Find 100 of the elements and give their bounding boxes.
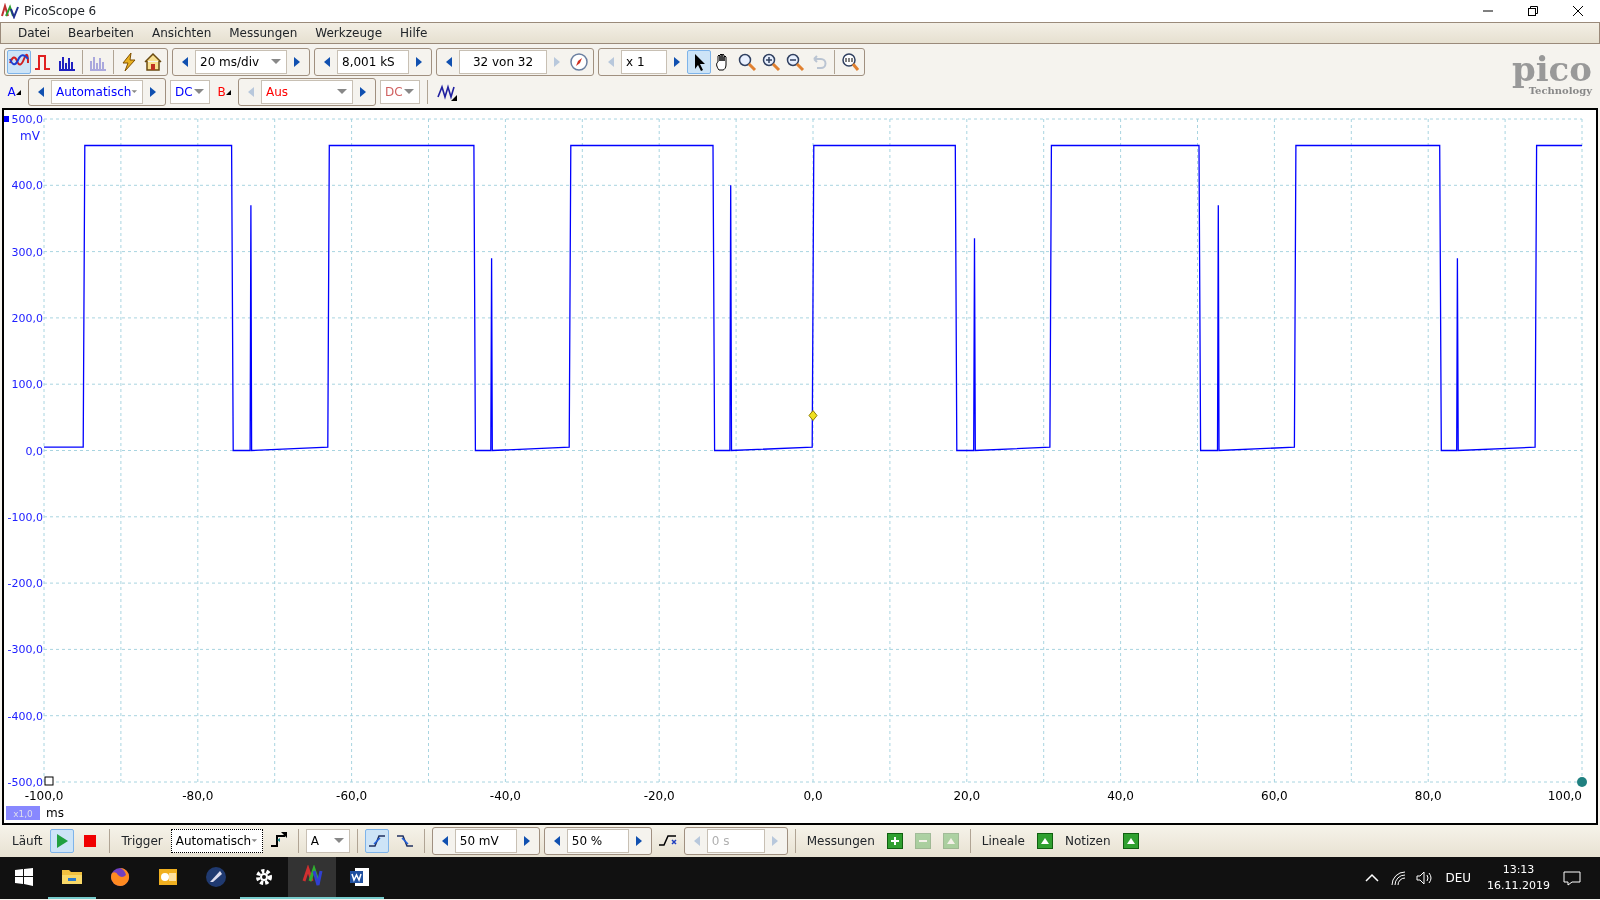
minimize-icon	[1482, 10, 1493, 12]
clock-time: 13:13	[1502, 862, 1535, 878]
notes-label: Notizen	[1063, 833, 1112, 850]
triangle-left-icon	[692, 836, 701, 846]
caret-icon	[336, 88, 348, 96]
range-select[interactable]: Automatisch	[51, 80, 143, 104]
logo-text: pico	[1511, 52, 1592, 86]
x-tick-label: 100,0	[1547, 789, 1582, 803]
x-tick-label: -80,0	[182, 789, 214, 803]
close-icon	[1572, 6, 1583, 16]
x-axis-unit: ms	[46, 806, 64, 820]
y-tick-label: 200,0	[11, 311, 43, 325]
menu-item[interactable]: Ansichten	[142, 23, 221, 43]
taskbar-app-button[interactable]	[288, 857, 336, 899]
samples-field[interactable]: 8,001 kS	[337, 50, 409, 74]
language-indicator[interactable]: DEU	[1437, 869, 1479, 887]
menu-item[interactable]: Datei	[9, 23, 59, 43]
triangle-left-icon	[247, 87, 255, 97]
coupling-select[interactable]: DC	[380, 80, 420, 104]
timebase-select[interactable]: 20 ms/div	[195, 50, 287, 74]
triangle-left-icon	[37, 87, 45, 97]
remove-icon	[914, 833, 931, 849]
zoom-factor-field[interactable]: x 1	[621, 50, 667, 74]
range-select[interactable]: Aus	[261, 80, 353, 104]
trigger-source-select[interactable]: A	[305, 829, 350, 853]
y-tick-label: 300,0	[11, 245, 43, 259]
y-tick-label: -300,0	[7, 643, 43, 657]
compass-icon	[568, 51, 590, 73]
triangle-right-icon	[553, 57, 561, 67]
play-icon	[55, 833, 70, 849]
document-icon	[348, 865, 372, 889]
trigger-mode-select[interactable]: Automatisch	[170, 829, 263, 853]
caret-icon	[332, 837, 345, 845]
triangle-left-icon	[552, 836, 561, 846]
x-tick-label: 20,0	[953, 789, 981, 803]
corner-triangle-icon	[15, 89, 21, 95]
clock[interactable]: 13:13 16.11.2019	[1479, 862, 1558, 894]
logo-subtitle: Technology	[1528, 86, 1592, 96]
channel-button[interactable]: B	[214, 80, 234, 104]
x-tick-label: 60,0	[1261, 789, 1288, 803]
window-title: PicoScope 6	[24, 3, 97, 20]
edit-icon	[942, 833, 959, 849]
triangle-right-icon	[293, 57, 301, 67]
buffer-field[interactable]: 32 von 32	[459, 50, 547, 74]
measurements-label: Messungen	[805, 833, 876, 850]
edge-button[interactable]	[364, 829, 389, 853]
x-tick-label: -40,0	[489, 789, 521, 803]
coupling-select[interactable]: DC	[170, 80, 210, 104]
trigger-marker[interactable]	[808, 410, 818, 421]
clock-date: 16.11.2019	[1487, 878, 1550, 894]
pretrigger-field[interactable]: 50 %	[566, 829, 629, 853]
caret-icon	[403, 88, 415, 96]
toolbar-button[interactable]	[687, 50, 711, 74]
y-tick-label: -200,0	[7, 577, 43, 591]
ruler-handle[interactable]	[1577, 777, 1587, 787]
y-tick-label: -100,0	[7, 510, 43, 524]
zoom-icon	[736, 51, 758, 73]
triangle-left-icon	[181, 57, 189, 67]
y-tick-label: -400,0	[7, 709, 43, 723]
caret-icon	[193, 88, 205, 96]
triangle-left-icon	[445, 57, 453, 67]
navigate-button[interactable]	[567, 50, 591, 74]
menu-item[interactable]: Hilfe	[391, 23, 437, 43]
volume-icon	[1415, 869, 1434, 887]
x-tick-label: -20,0	[643, 789, 675, 803]
channel-marker[interactable]	[4, 116, 9, 122]
triangle-right-icon	[673, 57, 681, 67]
stop-icon	[83, 834, 98, 848]
expand-icon	[1122, 833, 1139, 849]
windows-icon	[15, 868, 33, 886]
triangle-right-icon	[415, 57, 423, 67]
start-button[interactable]	[50, 829, 75, 853]
menu-item[interactable]: Bearbeiten	[59, 23, 143, 43]
axis-handle[interactable]	[44, 776, 54, 786]
y-tick-label: 0,0	[25, 444, 43, 458]
y-tick-label: 100,0	[11, 378, 43, 392]
rulers-label: Lineale	[980, 833, 1026, 850]
menu-item[interactable]: Messungen	[220, 23, 307, 43]
zoom-out-icon	[784, 51, 806, 73]
triangle-right-icon	[634, 836, 643, 846]
y-tick-label: 500,0	[11, 113, 43, 126]
threshold-field[interactable]: 50 mV	[454, 829, 517, 853]
zoom-in-icon	[760, 51, 782, 73]
x-tick-label: 0,0	[803, 789, 823, 803]
restore-icon	[1527, 6, 1538, 16]
channel-button[interactable]: A	[4, 80, 24, 104]
trigger-label: Trigger	[120, 833, 164, 850]
menu-item[interactable]: Werkzeuge	[306, 23, 392, 43]
caret-icon	[251, 837, 258, 845]
browser-icon	[108, 865, 132, 889]
corner-triangle-icon	[225, 89, 231, 95]
triangle-left-icon	[607, 57, 615, 67]
x-tick-label: 40,0	[1107, 789, 1134, 803]
x-tick-label: -100,0	[24, 789, 64, 803]
toolbar-button[interactable]	[7, 50, 31, 74]
x-tick-label: -60,0	[336, 789, 368, 803]
triangle-right-icon	[359, 87, 367, 97]
caret-icon	[131, 88, 138, 96]
triangle-right-icon	[149, 87, 157, 97]
network-icon	[1389, 869, 1408, 887]
